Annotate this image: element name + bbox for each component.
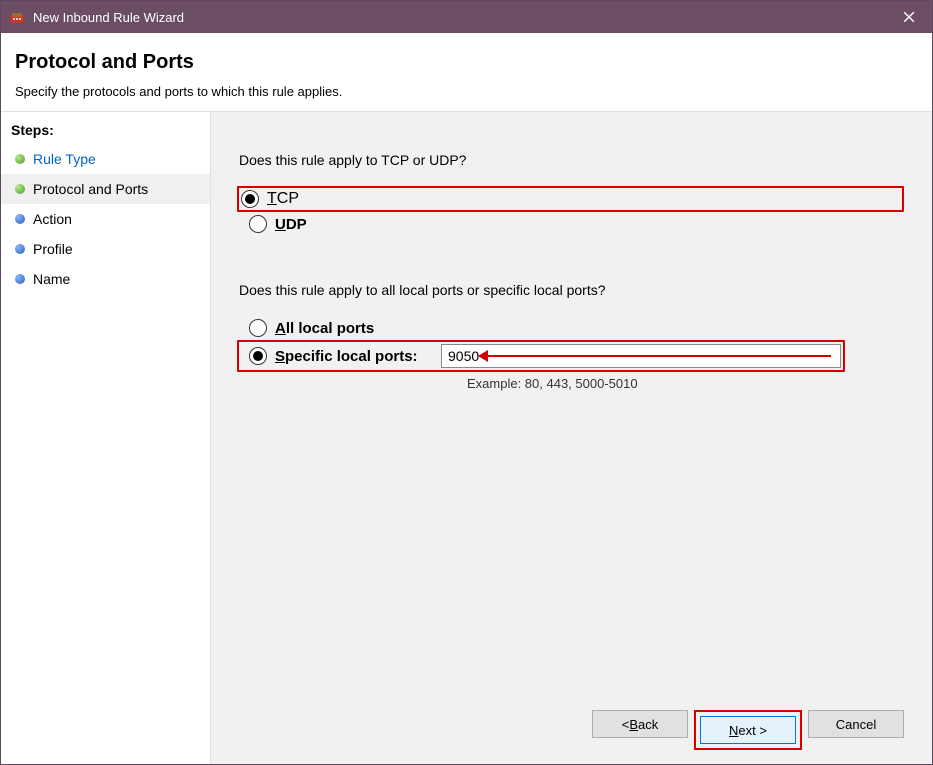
wizard-main: Does this rule apply to TCP or UDP? TCP …: [211, 112, 932, 764]
wizard-body: Steps: Rule Type Protocol and Ports Acti…: [1, 112, 932, 764]
radio-specific-ports[interactable]: [249, 347, 267, 365]
step-label: Action: [33, 211, 72, 227]
radio-all-ports[interactable]: [249, 319, 267, 337]
step-bullet-icon: [15, 274, 25, 284]
step-name[interactable]: Name: [1, 264, 210, 294]
step-bullet-icon: [15, 244, 25, 254]
step-label: Protocol and Ports: [33, 181, 148, 197]
cancel-button[interactable]: Cancel: [808, 710, 904, 738]
highlight-next: Next >: [694, 710, 802, 750]
highlight-specific-ports: Specific local ports:: [237, 340, 845, 372]
radio-tcp[interactable]: [241, 190, 259, 208]
radio-tcp-label: TCP: [267, 190, 299, 208]
radio-all-ports-label: All local ports: [275, 320, 374, 337]
highlight-tcp: TCP: [237, 186, 904, 212]
step-profile[interactable]: Profile: [1, 234, 210, 264]
step-bullet-icon: [15, 184, 25, 194]
window-title: New Inbound Rule Wizard: [33, 10, 886, 25]
question-ports: Does this rule apply to all local ports …: [239, 282, 904, 298]
radio-row-udp: UDP: [239, 212, 904, 236]
step-label: Profile: [33, 241, 73, 257]
wizard-buttons: < Back Next > Cancel: [239, 702, 904, 750]
close-button[interactable]: [886, 1, 932, 33]
titlebar[interactable]: New Inbound Rule Wizard: [1, 1, 932, 33]
step-label: Name: [33, 271, 70, 287]
radio-specific-ports-label: Specific local ports:: [275, 348, 418, 365]
step-bullet-icon: [15, 214, 25, 224]
page-title: Protocol and Ports: [15, 51, 918, 74]
radio-row-all-ports: All local ports: [239, 316, 904, 340]
steps-heading: Steps:: [1, 122, 210, 144]
step-bullet-icon: [15, 154, 25, 164]
back-button[interactable]: < Back: [592, 710, 688, 738]
close-icon: [903, 11, 915, 23]
steps-sidebar: Steps: Rule Type Protocol and Ports Acti…: [1, 112, 211, 764]
step-action[interactable]: Action: [1, 204, 210, 234]
radio-udp[interactable]: [249, 215, 267, 233]
wizard-header: Protocol and Ports Specify the protocols…: [1, 33, 932, 112]
radio-row-specific-ports: Specific local ports:: [241, 347, 431, 365]
step-label: Rule Type: [33, 151, 96, 167]
ports-example-text: Example: 80, 443, 5000-5010: [467, 376, 904, 391]
radio-udp-label: UDP: [275, 216, 307, 233]
next-button[interactable]: Next >: [700, 716, 796, 744]
step-rule-type[interactable]: Rule Type: [1, 144, 210, 174]
wizard-window: New Inbound Rule Wizard Protocol and Por…: [0, 0, 933, 765]
port-input-wrapper: [441, 344, 841, 368]
specific-ports-input[interactable]: [441, 344, 841, 368]
app-icon: [9, 9, 25, 25]
question-protocol: Does this rule apply to TCP or UDP?: [239, 152, 904, 168]
page-subtitle: Specify the protocols and ports to which…: [15, 84, 918, 99]
step-protocol-ports[interactable]: Protocol and Ports: [1, 174, 210, 204]
